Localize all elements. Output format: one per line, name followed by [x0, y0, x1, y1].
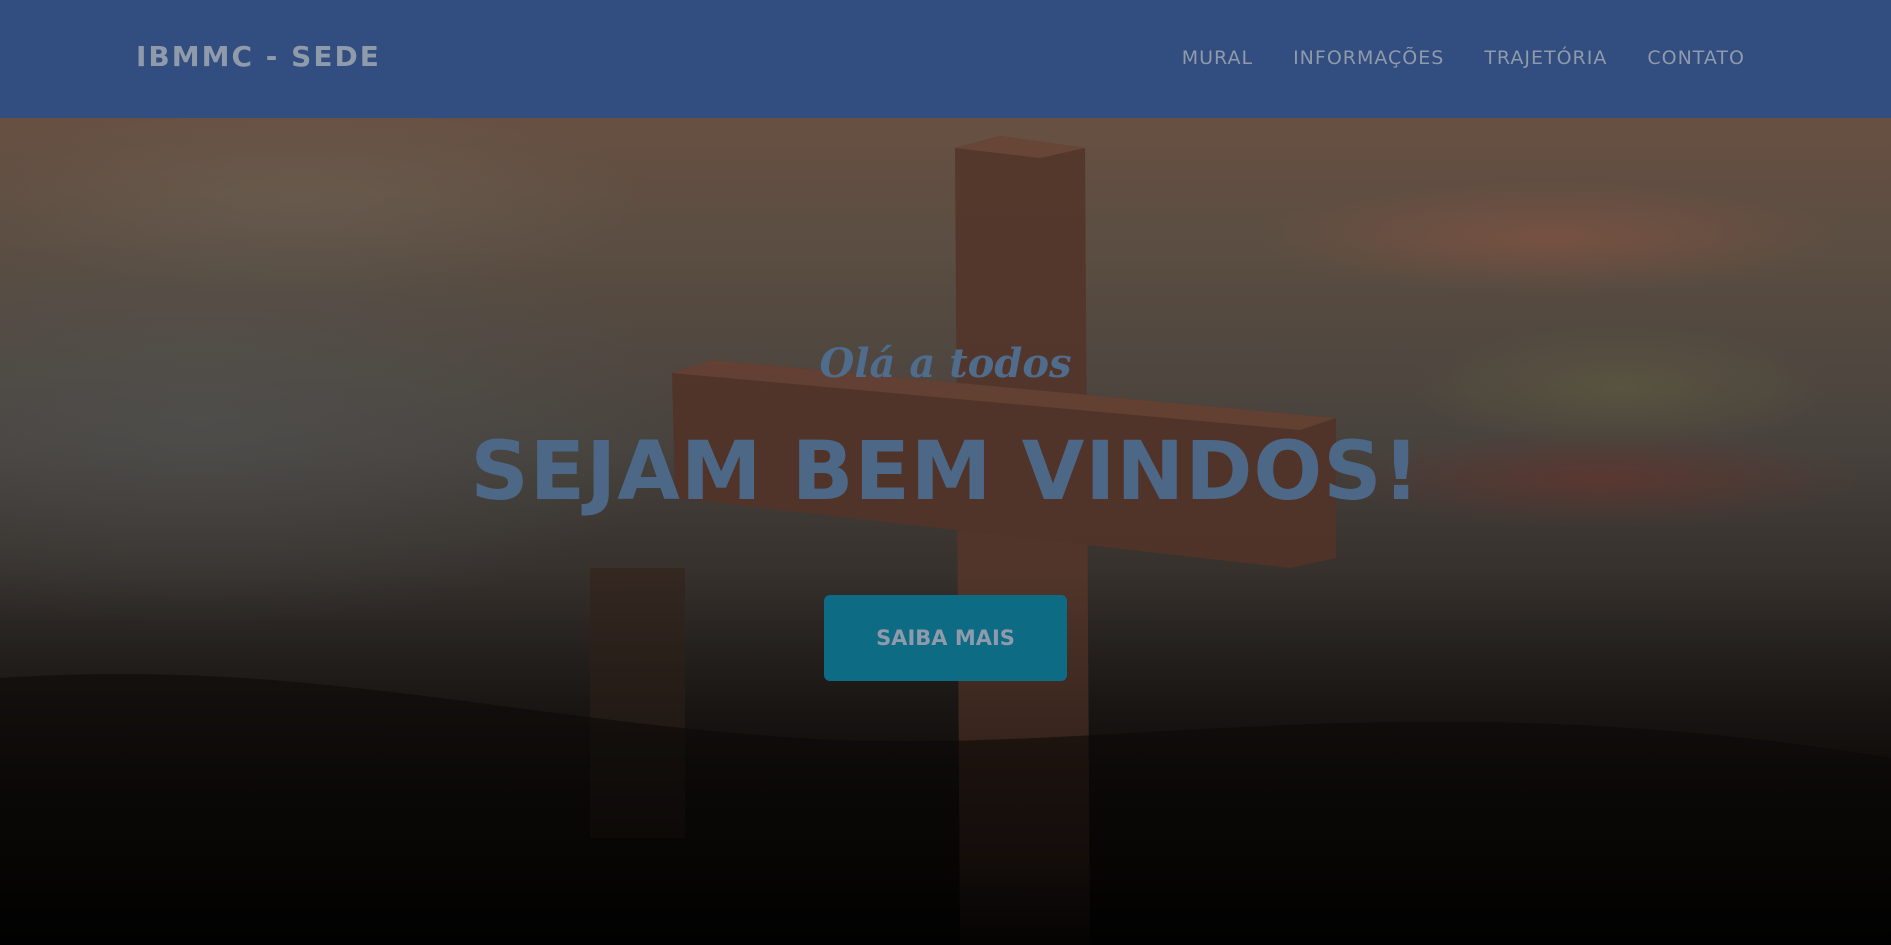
hero-overlay	[0, 118, 1891, 945]
brand-logo-link[interactable]: IBMMC - SEDE	[136, 40, 381, 73]
hero-section	[0, 118, 1891, 945]
hero-subtitle: Olá a todos	[819, 340, 1072, 387]
navbar: IBMMC - SEDE MURAL INFORMAÇÕES TRAJETÓRI…	[0, 0, 1891, 118]
nav-link-contato[interactable]: CONTATO	[1647, 47, 1745, 69]
saiba-mais-button[interactable]: SAIBA MAIS	[824, 595, 1067, 681]
main-nav: MURAL INFORMAÇÕES TRAJETÓRIA CONTATO	[1182, 47, 1745, 69]
nav-link-informacoes[interactable]: INFORMAÇÕES	[1293, 47, 1444, 69]
hero-headline: SEJAM BEM VINDOS!	[470, 425, 1421, 519]
nav-link-mural[interactable]: MURAL	[1182, 47, 1253, 69]
nav-link-trajetoria[interactable]: TRAJETÓRIA	[1484, 47, 1607, 69]
